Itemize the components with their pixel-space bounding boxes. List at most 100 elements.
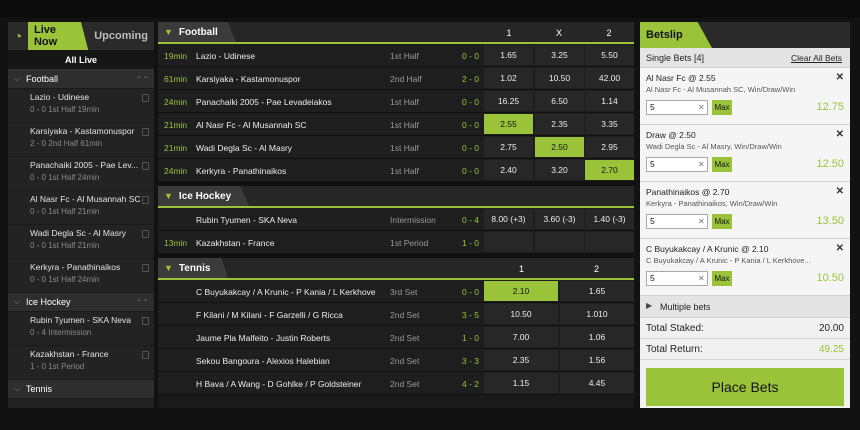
match-period: 2nd Set: [390, 356, 420, 366]
remove-bet-icon[interactable]: ✕: [836, 243, 844, 254]
live-events-panel: ▼ Football 1 X 2 19min Lazio - Udinese 1st…: [158, 22, 634, 408]
odds-button[interactable]: 6.50: [535, 91, 584, 111]
clear-all-bets-link[interactable]: Clear All Bets: [791, 53, 842, 63]
odds-button[interactable]: 3.20: [535, 160, 584, 180]
event-row[interactable]: F Kilani / M Kilani - F Garzelli / G Ric…: [158, 303, 634, 326]
tab-upcoming[interactable]: Upcoming: [88, 22, 154, 50]
pin-icon[interactable]: [142, 317, 149, 325]
event-row[interactable]: 13min Kazakhstan - France 1st Period 1 - 0: [158, 231, 634, 254]
max-stake-button[interactable]: Max: [712, 271, 732, 286]
odds-button[interactable]: 16.25: [484, 91, 533, 111]
chevron-down-icon: ▼: [164, 263, 173, 273]
event-row[interactable]: H Bava / A Wang - D Gohlke / P Goldstein…: [158, 372, 634, 395]
odds-button[interactable]: 3.60 (-3): [535, 209, 584, 229]
odds-button[interactable]: 2.50: [535, 137, 584, 157]
odds-button[interactable]: 42.00: [585, 68, 634, 88]
event-row[interactable]: 21min Wadi Degla Sc - Al Masry 1st Half 0 -…: [158, 136, 634, 159]
odds-button[interactable]: 1.56: [560, 350, 634, 370]
multiple-bets-toggle[interactable]: ▶ Multiple bets: [640, 296, 850, 318]
odds-button[interactable]: 1.65: [484, 45, 533, 65]
event-row[interactable]: 19min Lazio - Udinese 1st Half 0 - 0 1.65 3.2…: [158, 44, 634, 67]
sidebar-match-item[interactable]: Al Nasr Fc - Al Musannah SC 0 - 0 1st Ha…: [8, 191, 154, 225]
max-stake-button[interactable]: Max: [712, 214, 732, 229]
odds-button[interactable]: 2.55: [484, 114, 533, 134]
pin-icon[interactable]: [142, 94, 149, 102]
pin-icon[interactable]: [142, 264, 149, 272]
betslip-tab[interactable]: Betslip: [640, 22, 712, 48]
odds-button[interactable]: 3.25: [535, 45, 584, 65]
bet-selection: Draw @ 2.50: [646, 130, 696, 140]
clear-stake-icon[interactable]: ✕: [698, 274, 705, 283]
odds-button[interactable]: 10.50: [484, 304, 558, 324]
sidebar-section-football[interactable]: ⌵ Football ⌃⌃: [8, 70, 154, 89]
odds-button[interactable]: 2.35: [535, 114, 584, 134]
total-return-row: Total Return: 49.25: [640, 339, 850, 360]
pin-icon[interactable]: [142, 196, 149, 204]
odds-button[interactable]: 10.50: [535, 68, 584, 88]
event-row[interactable]: C Buyukakcay / A Krunic - P Kania / L Ke…: [158, 280, 634, 303]
odds-button[interactable]: [585, 232, 634, 252]
sidebar-match-item[interactable]: Lazio - Udinese 0 - 0 1st Half 19min: [8, 89, 154, 123]
match-score: 0 - 0: [462, 143, 480, 153]
sidebar-match-item[interactable]: Kerkyra - Panathinaikos 0 - 0 1st Half 2…: [8, 259, 154, 293]
chevron-down-icon: ⌵: [13, 297, 21, 306]
all-live-button[interactable]: All Live: [8, 50, 154, 70]
sidebar-match-item[interactable]: Karsiyaka - Kastamonuspor 2 - 0 2nd Half…: [8, 123, 154, 157]
sidebar-match-item[interactable]: Rubin Tyumen - SKA Neva 0 - 4 Intermissi…: [8, 312, 154, 346]
odds-button[interactable]: 2.10: [484, 281, 558, 301]
remove-bet-icon[interactable]: ✕: [836, 72, 844, 83]
event-row[interactable]: Sekou Bangoura - Alexios Halebian 2nd Set…: [158, 349, 634, 372]
odds-button[interactable]: [535, 232, 584, 252]
odds-button[interactable]: [484, 232, 533, 252]
tab-live-now[interactable]: Live Now: [27, 22, 89, 50]
odds-button[interactable]: 1.65: [560, 281, 634, 301]
odds-button[interactable]: 1.06: [560, 327, 634, 347]
match-name: Kazakhstan - France: [30, 349, 109, 359]
event-row[interactable]: 21min Al Nasr Fc - Al Musannah SC 1st Half…: [158, 113, 634, 136]
event-row[interactable]: 61min Karsiyaka - Kastamonuspor 2nd Half 2 …: [158, 67, 634, 90]
remove-bet-icon[interactable]: ✕: [836, 129, 844, 140]
event-row[interactable]: 24min Kerkyra - Panathinaikos 1st Half 0 - …: [158, 159, 634, 182]
event-row[interactable]: Jaume Pla Malfeito - Justin Roberts 2nd S…: [158, 326, 634, 349]
sidebar-section-tennis[interactable]: ⌵ Tennis: [8, 380, 154, 399]
odds-button[interactable]: 2.70: [585, 160, 634, 180]
odds-button[interactable]: 8.00 (+3): [484, 209, 533, 229]
pin-icon[interactable]: [142, 351, 149, 359]
section-header-icehockey[interactable]: ▼ Ice Hockey: [158, 186, 634, 208]
max-stake-button[interactable]: Max: [712, 100, 732, 115]
col-header-2: 2: [606, 28, 612, 38]
odds-button[interactable]: 1.02: [484, 68, 533, 88]
odds-button[interactable]: 5.50: [585, 45, 634, 65]
event-row[interactable]: Rubin Tyumen - SKA Neva Intermission 0 - 4…: [158, 208, 634, 231]
place-bets-button[interactable]: Place Bets: [646, 368, 844, 406]
pin-icon[interactable]: [142, 230, 149, 238]
clear-stake-icon[interactable]: ✕: [698, 103, 705, 112]
odds-button[interactable]: 2.40: [484, 160, 533, 180]
odds-button[interactable]: 2.95: [585, 137, 634, 157]
clear-stake-icon[interactable]: ✕: [698, 217, 705, 226]
sidebar-match-item[interactable]: Kazakhstan - France 1 - 0 1st Period: [8, 346, 154, 380]
max-stake-button[interactable]: Max: [712, 157, 732, 172]
odds-button[interactable]: 1.15: [484, 373, 558, 393]
section-header-football[interactable]: ▼ Football 1 X 2: [158, 22, 634, 44]
odds-button[interactable]: 4.45: [560, 373, 634, 393]
event-row[interactable]: 24min Panachaiki 2005 - Pae Levadeiakos 1s…: [158, 90, 634, 113]
sidebar-section-icehockey[interactable]: ⌵ Ice Hockey ⌃⌃: [8, 293, 154, 312]
remove-bet-icon[interactable]: ✕: [836, 186, 844, 197]
odds-button[interactable]: 1.40 (-3): [585, 209, 634, 229]
sidebar-match-item[interactable]: Wadi Degla Sc - Al Masry 0 - 0 1st Half …: [8, 225, 154, 259]
clear-stake-icon[interactable]: ✕: [698, 160, 705, 169]
odds-button[interactable]: 1.14: [585, 91, 634, 111]
match-name: Karsiyaka - Kastamonuspor: [30, 126, 135, 136]
pin-icon[interactable]: [142, 128, 149, 136]
odds-button[interactable]: 7.00: [484, 327, 558, 347]
sidebar-match-item[interactable]: Panachaiki 2005 - Pae Lev... 0 - 0 1st H…: [8, 157, 154, 191]
odds-button[interactable]: 1.010: [560, 304, 634, 324]
pin-icon[interactable]: [142, 162, 149, 170]
live-sidebar: ◔ Live Now Upcoming All Live ⌵ Football …: [8, 22, 154, 408]
match-period: 1st Half: [390, 143, 419, 153]
section-header-tennis[interactable]: ▼ Tennis 1 2: [158, 258, 634, 280]
odds-button[interactable]: 2.75: [484, 137, 533, 157]
odds-button[interactable]: 3.35: [585, 114, 634, 134]
odds-button[interactable]: 2.35: [484, 350, 558, 370]
